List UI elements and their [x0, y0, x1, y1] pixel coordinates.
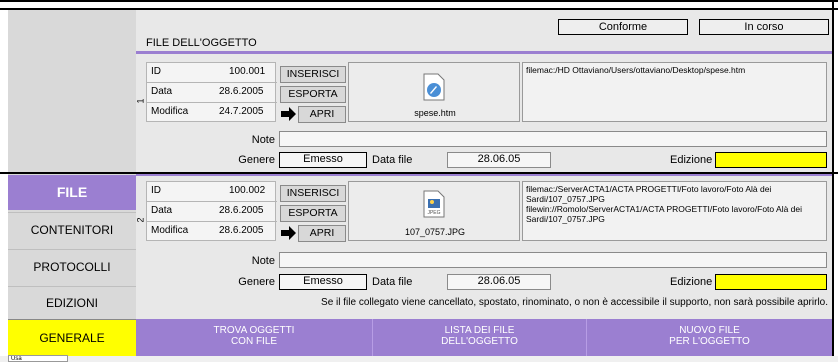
modifica-label: Modifica: [151, 106, 189, 117]
inserisci-button[interactable]: INSERISCI: [280, 66, 346, 83]
genere-label: Genere: [238, 154, 275, 166]
data-value: 28.6.2005: [219, 86, 264, 97]
nuovo-file-button[interactable]: NUOVO FILE PER L'OGGETTO: [587, 319, 832, 356]
id-label: ID: [151, 185, 161, 196]
file-preview[interactable]: spese.htm: [348, 62, 520, 122]
sidebar-item-generale[interactable]: GENERALE: [8, 319, 136, 356]
arrow-right-icon: [280, 106, 297, 122]
edizione-label: Edizione: [670, 276, 713, 288]
id-value: 100.001: [229, 66, 266, 77]
record-index-1: 1: [135, 98, 146, 104]
apri-button[interactable]: APRI: [298, 225, 346, 242]
edizione-field[interactable]: [715, 274, 827, 290]
sidebar-item-file[interactable]: FILE: [8, 175, 136, 210]
html-file-icon: [422, 73, 446, 101]
file-preview[interactable]: JPEG 107_0757.JPG: [348, 181, 520, 241]
data-file-label: Data file: [372, 276, 413, 288]
edizione-label: Edizione: [670, 154, 713, 166]
note-field[interactable]: [279, 131, 827, 147]
modifica-label: Modifica: [151, 225, 189, 236]
modifica-value: 24.7.2005: [219, 106, 264, 117]
data-file-label: Data file: [372, 154, 413, 166]
conforme-button[interactable]: Conforme: [558, 19, 688, 35]
warning-notice: Se il file collegato viene cancellato, s…: [321, 297, 828, 308]
genere-field[interactable]: Emesso: [279, 274, 367, 290]
data-label: Data: [151, 86, 173, 97]
thumb-caption: JPEG: [427, 210, 441, 216]
header-divider: [136, 51, 832, 54]
lista-file-button[interactable]: LISTA DEI FILE DELL'OGGETTO: [373, 319, 586, 356]
arrow-right-icon: [280, 225, 297, 241]
section-title: FILE DELL'OGGETTO: [146, 37, 257, 49]
sidebar-item-edizioni[interactable]: EDIZIONI: [8, 286, 136, 318]
sidebar-item-protocolli[interactable]: PROTOCOLLI: [8, 249, 136, 284]
file-path: filemac:/HD Ottaviano/Users/ottaviano/De…: [522, 62, 827, 122]
data-label: Data: [151, 205, 173, 216]
record-separator-purple: [136, 174, 832, 176]
window-right-border: [832, 0, 834, 356]
data-file-field[interactable]: 28.06.05: [447, 152, 551, 168]
genere-field[interactable]: Emesso: [279, 152, 367, 168]
modifica-value: 28.6.2005: [219, 225, 264, 236]
id-label: ID: [151, 66, 161, 77]
window-top-border: [0, 0, 838, 2]
inserisci-button[interactable]: INSERISCI: [280, 185, 346, 202]
record-index-2: 2: [135, 217, 146, 223]
record-2-info: ID 100.002 Data 28.6.2005 Modifica 28.6.…: [146, 181, 277, 241]
file-name: 107_0757.JPG: [404, 227, 466, 237]
note-label: Note: [251, 134, 275, 146]
trova-oggetti-button[interactable]: TROVA OGGETTI CON FILE: [136, 319, 372, 356]
esporta-button[interactable]: ESPORTA: [280, 205, 346, 222]
apri-button[interactable]: APRI: [298, 106, 346, 123]
file-path: filemac:/ServerACTA1/ACTA PROGETTI/Foto …: [522, 181, 827, 241]
id-value: 100.002: [229, 185, 266, 196]
status-field: Usa: [8, 355, 68, 362]
edizione-field[interactable]: [715, 152, 827, 168]
status-bar: [0, 356, 838, 362]
note-field[interactable]: [279, 252, 827, 268]
file-name: spese.htm: [414, 108, 456, 118]
genere-label: Genere: [238, 276, 275, 288]
data-value: 28.6.2005: [219, 205, 264, 216]
sidebar-item-contenitori[interactable]: CONTENITORI: [8, 212, 136, 247]
record-1-info: ID 100.001 Data 28.6.2005 Modifica 24.7.…: [146, 62, 277, 122]
esporta-button[interactable]: ESPORTA: [280, 86, 346, 103]
in-corso-button[interactable]: In corso: [699, 19, 829, 35]
data-file-field[interactable]: 28.06.05: [447, 274, 551, 290]
note-label: Note: [251, 255, 275, 267]
